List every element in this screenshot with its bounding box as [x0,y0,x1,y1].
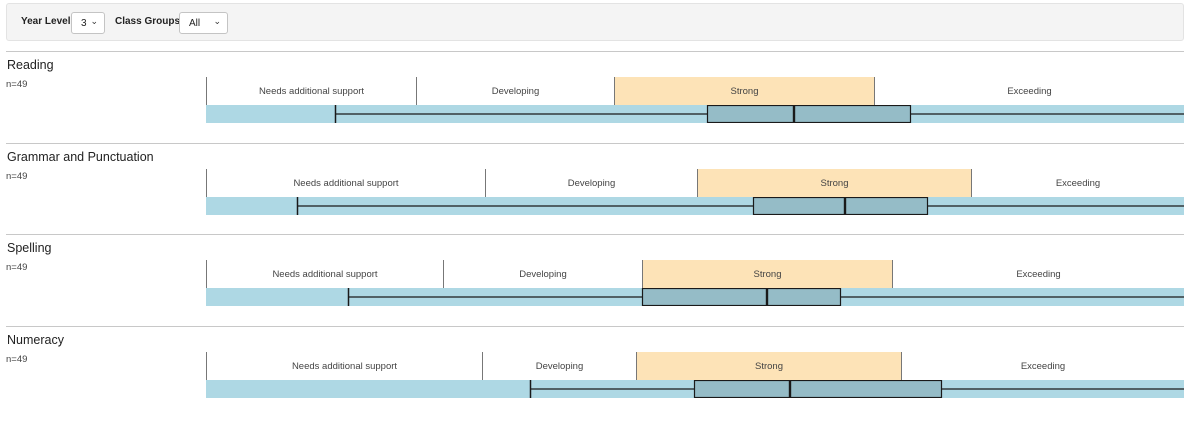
band-row: Needs additional support Developing Strong… [206,169,1184,197]
chart-section: Grammar and Punctuation n=49 Needs additio… [6,143,1184,235]
chart-title: Spelling [7,241,52,255]
band-label: Developing [485,169,697,197]
iqr-box [641,288,842,306]
band-label: Needs additional support [206,260,443,288]
band-label: Needs additional support [206,352,482,380]
box-plot-svg [206,380,1184,398]
year-level-label: Year Level: [21,16,74,27]
band-label: Needs additional support [206,77,416,105]
band-row: Needs additional support Developing Strong… [206,77,1184,105]
band-label: Needs additional support [206,169,485,197]
band-row: Needs additional support Developing Strong… [206,352,1184,380]
box-plot [206,105,1184,123]
sample-size: n=49 [6,171,28,182]
box-plot-svg [206,288,1184,306]
box-plot-svg [206,197,1184,215]
class-groups-label: Class Groups: [115,16,184,27]
band-label: Exceeding [892,260,1184,288]
iqr-box [706,105,912,123]
chart-title: Grammar and Punctuation [7,150,154,164]
box-plot [206,197,1184,215]
band-label: Strong [614,77,874,105]
class-groups-select[interactable]: All ⌄ [179,12,228,34]
year-level-value: 3 [81,17,87,29]
chart-title: Reading [7,58,54,72]
chart-section: Numeracy n=49 Needs additional support Deve… [6,326,1184,418]
section-divider [6,326,1184,327]
iqr-box [693,380,943,398]
band-label: Developing [416,77,614,105]
band-label: Strong [636,352,901,380]
band-label: Developing [443,260,642,288]
chart-title: Numeracy [7,333,64,347]
section-divider [6,51,1184,52]
box-plot-svg [206,105,1184,123]
iqr-box [752,197,929,215]
band-row: Needs additional support Developing Strong… [206,260,1184,288]
filter-bar: Year Level: 3 ⌄ Class Groups: All ⌄ [6,3,1184,41]
chart-section: Spelling n=49 Needs additional support Deve… [6,234,1184,326]
chart-section: Reading n=49 Needs additional support Devel… [6,51,1184,143]
sample-size: n=49 [6,79,28,90]
band-label: Exceeding [901,352,1184,380]
chevron-down-icon: ⌄ [90,16,98,26]
section-divider [6,143,1184,144]
sample-size: n=49 [6,354,28,365]
band-label: Strong [697,169,971,197]
sample-size: n=49 [6,262,28,273]
section-divider [6,234,1184,235]
band-label: Exceeding [971,169,1184,197]
box-plot [206,288,1184,306]
year-level-select[interactable]: 3 ⌄ [71,12,105,34]
band-label: Developing [482,352,636,380]
band-label: Strong [642,260,892,288]
class-groups-value: All [189,17,201,29]
band-label: Exceeding [874,77,1184,105]
box-plot [206,380,1184,398]
chevron-down-icon: ⌄ [213,16,221,26]
